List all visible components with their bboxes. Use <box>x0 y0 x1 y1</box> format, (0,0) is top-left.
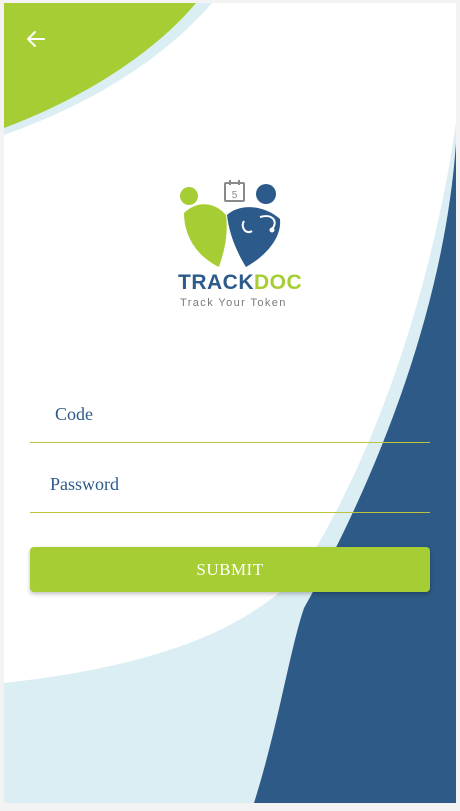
calendar-day: 5 <box>232 190 238 201</box>
login-screen: 5 TRACKDOC Track Your Token SUBMIT <box>4 3 456 803</box>
brand-name-part1: TRACK <box>178 271 254 294</box>
code-input[interactable] <box>30 386 430 442</box>
password-field <box>30 456 430 513</box>
code-field <box>30 386 430 443</box>
brand-name: TRACKDOC <box>178 271 302 295</box>
submit-button[interactable]: SUBMIT <box>30 547 430 592</box>
brand-name-part2: DOC <box>254 271 303 294</box>
back-button[interactable] <box>24 27 48 51</box>
arrow-left-icon <box>27 31 45 47</box>
brand-tagline: Track Your Token <box>180 297 287 309</box>
password-input[interactable] <box>30 456 430 512</box>
top-left-green-wave <box>4 3 196 128</box>
